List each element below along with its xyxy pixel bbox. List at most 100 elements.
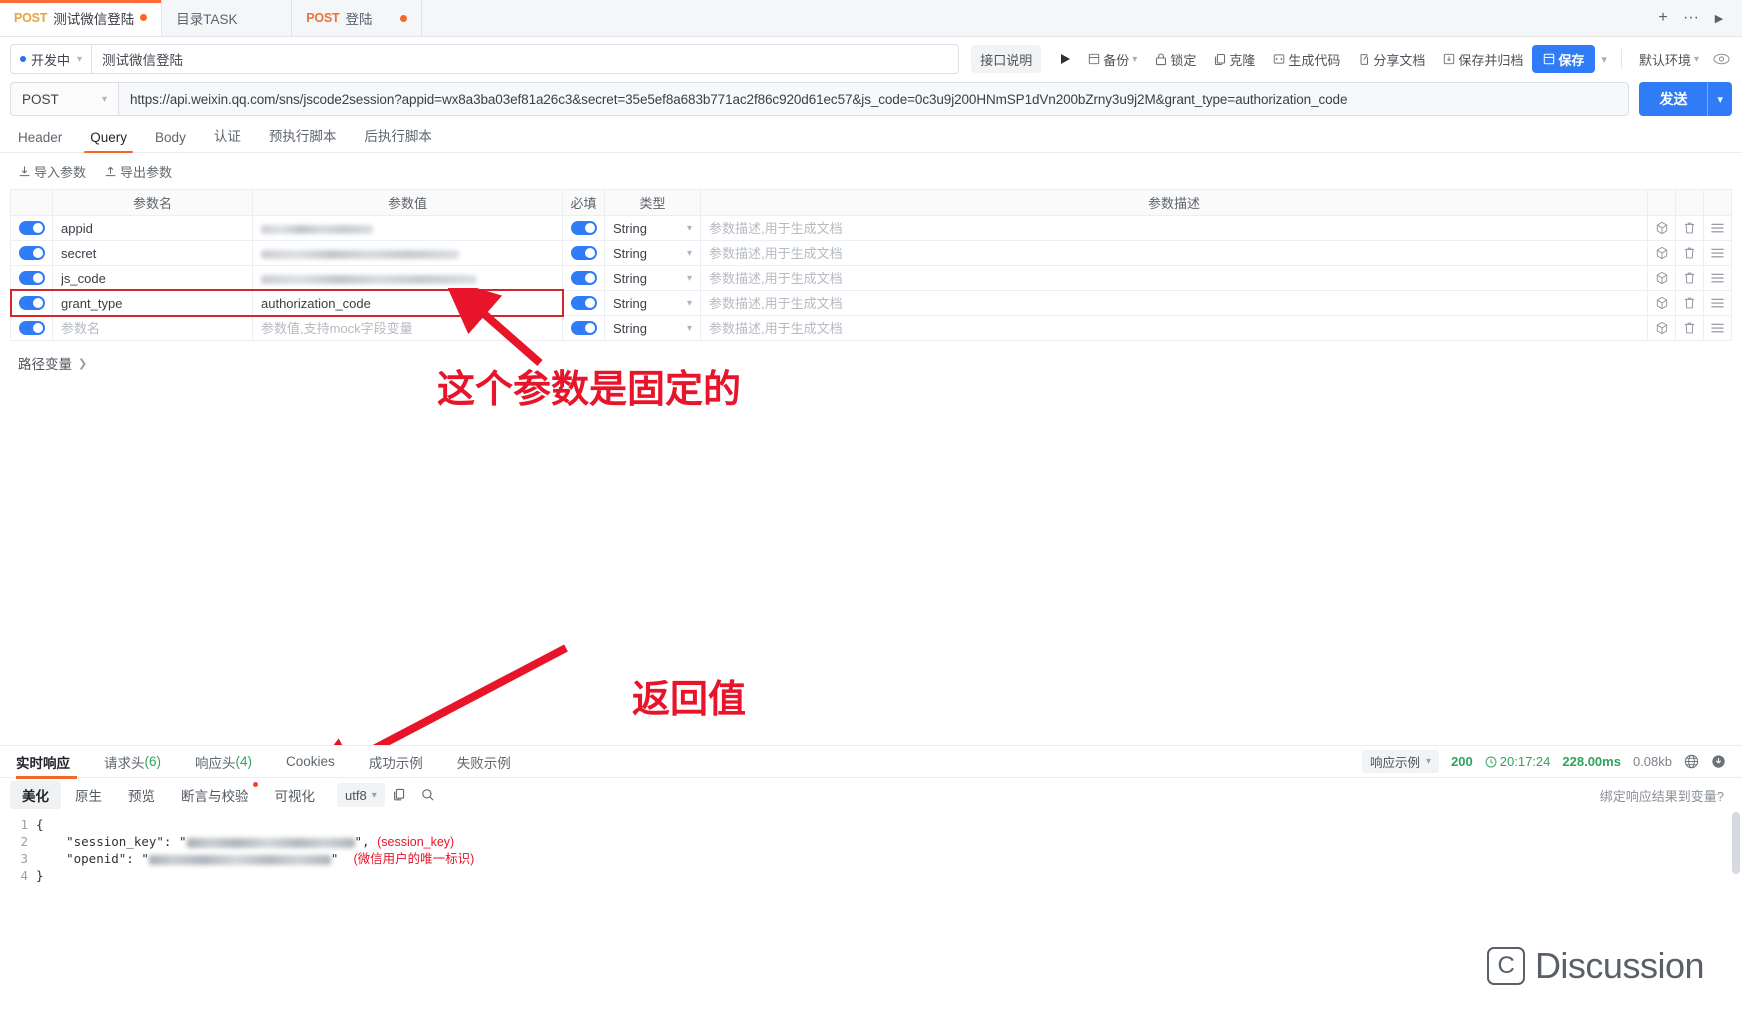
view-tab-visualize[interactable]: 可视化 [263, 781, 328, 809]
tab-query[interactable]: Query [76, 130, 141, 153]
save-dropdown-button[interactable]: ▾ [1595, 45, 1613, 73]
preview-toggle-icon[interactable] [1708, 46, 1734, 72]
param-description-input[interactable] [701, 266, 1647, 290]
request-url-input[interactable] [118, 82, 1630, 116]
view-tab-beautify[interactable]: 美化 [10, 781, 61, 809]
path-variables-toggle[interactable]: 路径变量 ❯ [0, 341, 1742, 385]
tab-auth[interactable]: 认证 [200, 125, 255, 152]
param-enabled-toggle[interactable] [18, 271, 45, 285]
trash-icon[interactable] [1676, 271, 1703, 285]
response-tab-response-headers[interactable]: 响应头 (4) [178, 746, 269, 778]
response-tab-failure-example[interactable]: 失败示例 [440, 746, 528, 778]
trash-icon[interactable] [1676, 246, 1703, 260]
param-required-toggle[interactable] [570, 296, 597, 310]
param-required-toggle[interactable] [570, 271, 597, 285]
api-status-select[interactable]: 开发中 ▾ [10, 44, 92, 74]
response-example-select[interactable]: 响应示例 ▾ [1362, 750, 1440, 773]
tab-header[interactable]: Header [14, 130, 76, 152]
trash-icon[interactable] [1676, 296, 1703, 310]
param-required-toggle[interactable] [570, 221, 597, 235]
save-archive-button[interactable]: 保存并归档 [1434, 45, 1532, 73]
code-scrollbar[interactable] [1732, 812, 1740, 874]
lock-button[interactable]: 锁定 [1146, 45, 1205, 73]
send-options-icon[interactable]: ▾ [1708, 93, 1732, 106]
param-description-input[interactable] [701, 216, 1647, 240]
download-icon[interactable] [1711, 754, 1726, 769]
param-value-input[interactable] [253, 316, 562, 340]
param-name-input[interactable] [53, 266, 252, 290]
redacted-param-value[interactable] [261, 249, 459, 259]
tab-item-2[interactable]: POST 登陆 [292, 0, 423, 36]
response-tab-realtime[interactable]: 实时响应 [10, 746, 87, 779]
send-request-button[interactable]: 发送 ▾ [1639, 82, 1732, 116]
param-enabled-toggle[interactable] [18, 246, 45, 260]
next-tab-icon[interactable]: ▶ [1706, 5, 1732, 31]
param-name-input[interactable] [53, 216, 252, 240]
param-enabled-toggle[interactable] [18, 296, 45, 310]
response-body-code[interactable]: 1 2 3 4 { "session_key": " ", (session_ke… [0, 812, 1742, 884]
save-button[interactable]: 保存 [1532, 45, 1596, 73]
copy-icon[interactable] [387, 782, 413, 808]
environment-select[interactable]: 默认环境 ▾ [1630, 45, 1708, 73]
add-tab-icon[interactable]: + [1650, 5, 1676, 31]
param-description-input[interactable] [701, 291, 1647, 315]
cube-icon[interactable] [1648, 296, 1675, 310]
generate-code-button[interactable]: 生成代码 [1264, 45, 1349, 73]
bind-response-variable-link[interactable]: 绑定响应结果到变量? [1600, 786, 1732, 805]
param-value-input[interactable] [253, 291, 562, 315]
cube-icon[interactable] [1648, 246, 1675, 260]
response-tab-request-headers[interactable]: 请求头 (6) [87, 746, 178, 778]
cube-icon[interactable] [1648, 221, 1675, 235]
param-type-select[interactable]: String ▾ [605, 271, 700, 286]
redacted-param-value[interactable] [261, 274, 477, 284]
param-type-select[interactable]: String ▾ [605, 321, 700, 336]
param-required-toggle[interactable] [570, 321, 597, 335]
drag-handle-icon[interactable] [1704, 222, 1731, 234]
trash-icon[interactable] [1676, 321, 1703, 335]
share-doc-button[interactable]: 分享文档 [1349, 45, 1434, 73]
tab-post-script[interactable]: 后执行脚本 [350, 125, 446, 152]
drag-handle-icon[interactable] [1704, 322, 1731, 334]
param-name-input[interactable] [53, 291, 252, 315]
globe-icon[interactable] [1684, 754, 1699, 769]
param-type-select[interactable]: String ▾ [605, 221, 700, 236]
search-icon[interactable] [415, 782, 441, 808]
api-name-input[interactable] [91, 44, 960, 74]
drag-handle-icon[interactable] [1704, 297, 1731, 309]
encoding-select[interactable]: utf8 ▾ [337, 783, 385, 807]
cube-icon[interactable] [1648, 271, 1675, 285]
param-enabled-toggle[interactable] [18, 321, 45, 335]
param-type-select[interactable]: String ▾ [605, 246, 700, 261]
tab-pre-script[interactable]: 预执行脚本 [255, 125, 351, 152]
drag-handle-icon[interactable] [1704, 272, 1731, 284]
clone-button[interactable]: 克隆 [1205, 45, 1264, 73]
redacted-param-value[interactable] [261, 224, 373, 234]
backup-button[interactable]: 备份 ▾ [1079, 45, 1146, 73]
param-required-toggle[interactable] [570, 246, 597, 260]
response-tab-cookies[interactable]: Cookies [269, 746, 352, 778]
drag-handle-icon[interactable] [1704, 247, 1731, 259]
param-enabled-toggle[interactable] [18, 221, 45, 235]
param-description-input[interactable] [701, 316, 1647, 340]
run-button[interactable] [1051, 45, 1079, 73]
param-type-select[interactable]: String ▾ [605, 296, 700, 311]
tab-body[interactable]: Body [141, 130, 200, 152]
tab-item-0[interactable]: POST 测试微信登陆 [0, 0, 163, 36]
param-name-input[interactable] [53, 241, 252, 265]
import-params-button[interactable]: 导入参数 [18, 162, 86, 181]
tab-title-2: 登陆 [345, 12, 373, 27]
trash-icon[interactable] [1676, 221, 1703, 235]
cube-icon[interactable] [1648, 321, 1675, 335]
response-tab-success-example[interactable]: 成功示例 [352, 746, 440, 778]
tab-item-1[interactable]: 目录TASK [162, 0, 293, 36]
param-name-input[interactable] [53, 316, 252, 340]
api-doc-button[interactable]: 接口说明 [971, 45, 1042, 73]
http-method-select[interactable]: POST ▾ [10, 82, 118, 116]
cell-required [562, 215, 605, 241]
view-tab-assertions[interactable]: 断言与校验 [169, 781, 261, 809]
param-description-input[interactable] [701, 241, 1647, 265]
more-tabs-icon[interactable]: ··· [1678, 5, 1704, 31]
view-tab-raw[interactable]: 原生 [63, 781, 114, 809]
view-tab-preview[interactable]: 预览 [116, 781, 167, 809]
export-params-button[interactable]: 导出参数 [104, 162, 172, 181]
